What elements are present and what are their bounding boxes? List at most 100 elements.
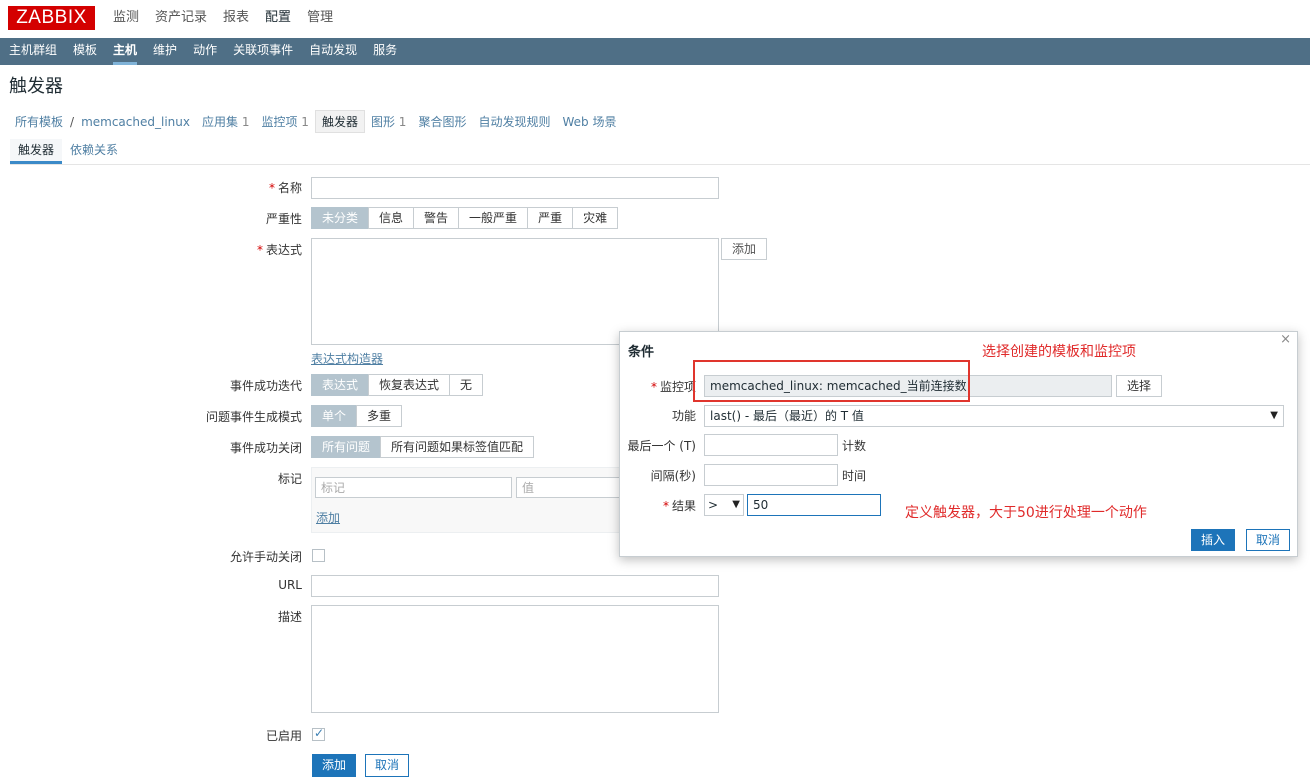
dialog-title: 条件 xyxy=(628,345,655,360)
dialog-close-icon[interactable]: × xyxy=(1280,332,1291,347)
severity-label: 严重性 xyxy=(265,212,302,226)
severity-not-classified[interactable]: 未分类 xyxy=(311,207,370,229)
menu-configuration[interactable]: 配置 xyxy=(257,0,299,38)
page-title: 触发器 xyxy=(9,76,63,97)
crumb-triggers[interactable]: 触发器 xyxy=(314,110,365,133)
dialog-cancel-button[interactable]: 取消 xyxy=(1246,529,1291,551)
expression-textarea[interactable] xyxy=(311,238,719,345)
problem-mode-label: 问题事件生成模式 xyxy=(205,410,302,424)
name-input[interactable] xyxy=(311,177,719,199)
dialog-item-label: * 监控项 xyxy=(650,380,696,394)
crumb-applications-label: 应用集 xyxy=(201,115,238,129)
dialog-function-select[interactable]: last() - 最后（最近）的 T 值 ▼ xyxy=(704,405,1284,427)
submenu-correlation[interactable]: 关联项事件 xyxy=(225,38,301,65)
dialog-item-label-text: 监控项 xyxy=(659,380,696,394)
tag-name-input[interactable]: 标记 xyxy=(315,477,512,498)
dialog-interval-input[interactable] xyxy=(704,464,838,486)
dialog-result-input[interactable]: 50 xyxy=(747,494,881,516)
submenu-services[interactable]: 服务 xyxy=(365,38,405,65)
severity-warning[interactable]: 警告 xyxy=(413,207,460,229)
crumb-template[interactable]: memcached_linux xyxy=(75,113,196,131)
tab-trigger[interactable]: 触发器 xyxy=(10,139,63,164)
tags-label: 标记 xyxy=(277,472,302,486)
dialog-result-label-text: 结果 xyxy=(671,499,696,513)
dialog-last-label: 最后一个 (T) xyxy=(627,439,696,453)
submit-add-button[interactable]: 添加 xyxy=(312,754,357,777)
annotation-trigger-note: 定义触发器，大于50进行处理一个动作 xyxy=(905,505,1147,521)
form-tabs: 触发器 依赖关系 xyxy=(10,139,1310,165)
crumb-discovery-rules[interactable]: 自动发现规则 xyxy=(472,111,556,132)
dialog-last-unit: 计数 xyxy=(842,439,867,453)
dialog-operator-value: > xyxy=(708,498,719,512)
dialog-select-button[interactable]: 选择 xyxy=(1116,375,1163,397)
ok-event-none[interactable]: 无 xyxy=(449,374,484,396)
expression-add-button[interactable]: 添加 xyxy=(721,238,768,260)
main-menu: 监测 资产记录 报表 配置 管理 xyxy=(105,0,341,38)
form-cancel-button[interactable]: 取消 xyxy=(365,754,410,777)
manual-close-checkbox[interactable] xyxy=(312,549,325,562)
enabled-checkbox[interactable] xyxy=(312,726,325,741)
dialog-operator-select[interactable]: > ▼ xyxy=(704,494,744,516)
severity-disaster[interactable]: 灾难 xyxy=(572,207,619,229)
top-header: ZABBIX 监测 资产记录 报表 配置 管理 xyxy=(0,0,1310,38)
tag-value-placeholder: 值 xyxy=(522,481,535,495)
submenu-maintenance[interactable]: 维护 xyxy=(145,38,185,65)
ok-event-label: 事件成功迭代 xyxy=(229,379,302,393)
menu-reports[interactable]: 报表 xyxy=(215,0,257,38)
operator-dropdown-arrow-icon: ▼ xyxy=(732,499,740,510)
ok-close-tag-match[interactable]: 所有问题如果标签值匹配 xyxy=(380,436,535,458)
crumb-graphs[interactable]: 图形 1 xyxy=(365,111,412,132)
crumb-graphs-count: 1 xyxy=(398,115,407,129)
tag-name-placeholder: 标记 xyxy=(321,481,346,495)
url-input[interactable] xyxy=(311,575,719,597)
expression-label: * 表达式 xyxy=(256,243,302,257)
expression-constructor-link[interactable]: 表达式构造器 xyxy=(311,350,383,367)
crumb-screens[interactable]: 聚合图形 xyxy=(412,111,472,132)
crumb-applications-count: 1 xyxy=(241,115,250,129)
submenu-discovery[interactable]: 自动发现 xyxy=(301,38,365,65)
ok-close-selector: 所有问题 所有问题如果标签值匹配 xyxy=(311,436,535,458)
dropdown-arrow-icon: ▼ xyxy=(1270,410,1278,421)
menu-monitoring[interactable]: 监测 xyxy=(105,0,147,38)
menu-inventory[interactable]: 资产记录 xyxy=(147,0,215,38)
crumb-graphs-label: 图形 xyxy=(370,115,395,129)
enabled-label: 已启用 xyxy=(265,729,302,743)
severity-high[interactable]: 严重 xyxy=(527,207,574,229)
dialog-last-input[interactable] xyxy=(704,434,838,456)
ok-close-label: 事件成功关闭 xyxy=(229,441,302,455)
crumb-applications[interactable]: 应用集 1 xyxy=(196,111,255,132)
problem-mode-single[interactable]: 单个 xyxy=(311,405,358,427)
crumb-web-scenarios[interactable]: Web 场景 xyxy=(556,111,622,132)
dialog-function-value: last() - 最后（最近）的 T 值 xyxy=(710,409,864,423)
ok-event-selector: 表达式 恢复表达式 无 xyxy=(311,374,484,396)
zabbix-logo[interactable]: ZABBIX xyxy=(8,6,95,30)
description-label: 描述 xyxy=(277,610,302,624)
submenu-hosts[interactable]: 主机 xyxy=(105,38,145,65)
problem-mode-selector: 单个 多重 xyxy=(311,405,403,427)
menu-administration[interactable]: 管理 xyxy=(299,0,341,38)
submenu-templates[interactable]: 模板 xyxy=(65,38,105,65)
tab-dependencies[interactable]: 依赖关系 xyxy=(62,139,126,164)
submenu-actions[interactable]: 动作 xyxy=(185,38,225,65)
name-label: * 名称 xyxy=(268,181,302,195)
dialog-insert-button[interactable]: 插入 xyxy=(1191,529,1236,551)
breadcrumb: 所有模板 / memcached_linux 应用集 1 监控项 1 触发器 图… xyxy=(9,110,622,133)
annotation-select-note: 选择创建的模板和监控项 xyxy=(982,344,1136,360)
ok-close-all-problems[interactable]: 所有问题 xyxy=(311,436,382,458)
crumb-all-templates[interactable]: 所有模板 xyxy=(9,111,69,132)
crumb-items-count: 1 xyxy=(301,115,309,129)
dialog-interval-label: 间隔(秒) xyxy=(650,469,696,483)
severity-average[interactable]: 一般严重 xyxy=(458,207,529,229)
description-textarea[interactable] xyxy=(311,605,719,713)
tag-add-link[interactable]: 添加 xyxy=(316,509,340,526)
url-label: URL xyxy=(278,578,302,592)
severity-information[interactable]: 信息 xyxy=(368,207,415,229)
submenu-host-groups[interactable]: 主机群组 xyxy=(1,38,65,65)
problem-mode-multiple[interactable]: 多重 xyxy=(356,405,403,427)
severity-selector: 未分类 信息 警告 一般严重 严重 灾难 xyxy=(311,207,619,229)
ok-event-expression[interactable]: 表达式 xyxy=(311,374,370,396)
crumb-items[interactable]: 监控项 1 xyxy=(255,111,314,132)
crumb-items-label: 监控项 xyxy=(261,115,298,129)
name-label-text: 名称 xyxy=(277,181,302,195)
ok-event-recovery-expression[interactable]: 恢复表达式 xyxy=(368,374,451,396)
